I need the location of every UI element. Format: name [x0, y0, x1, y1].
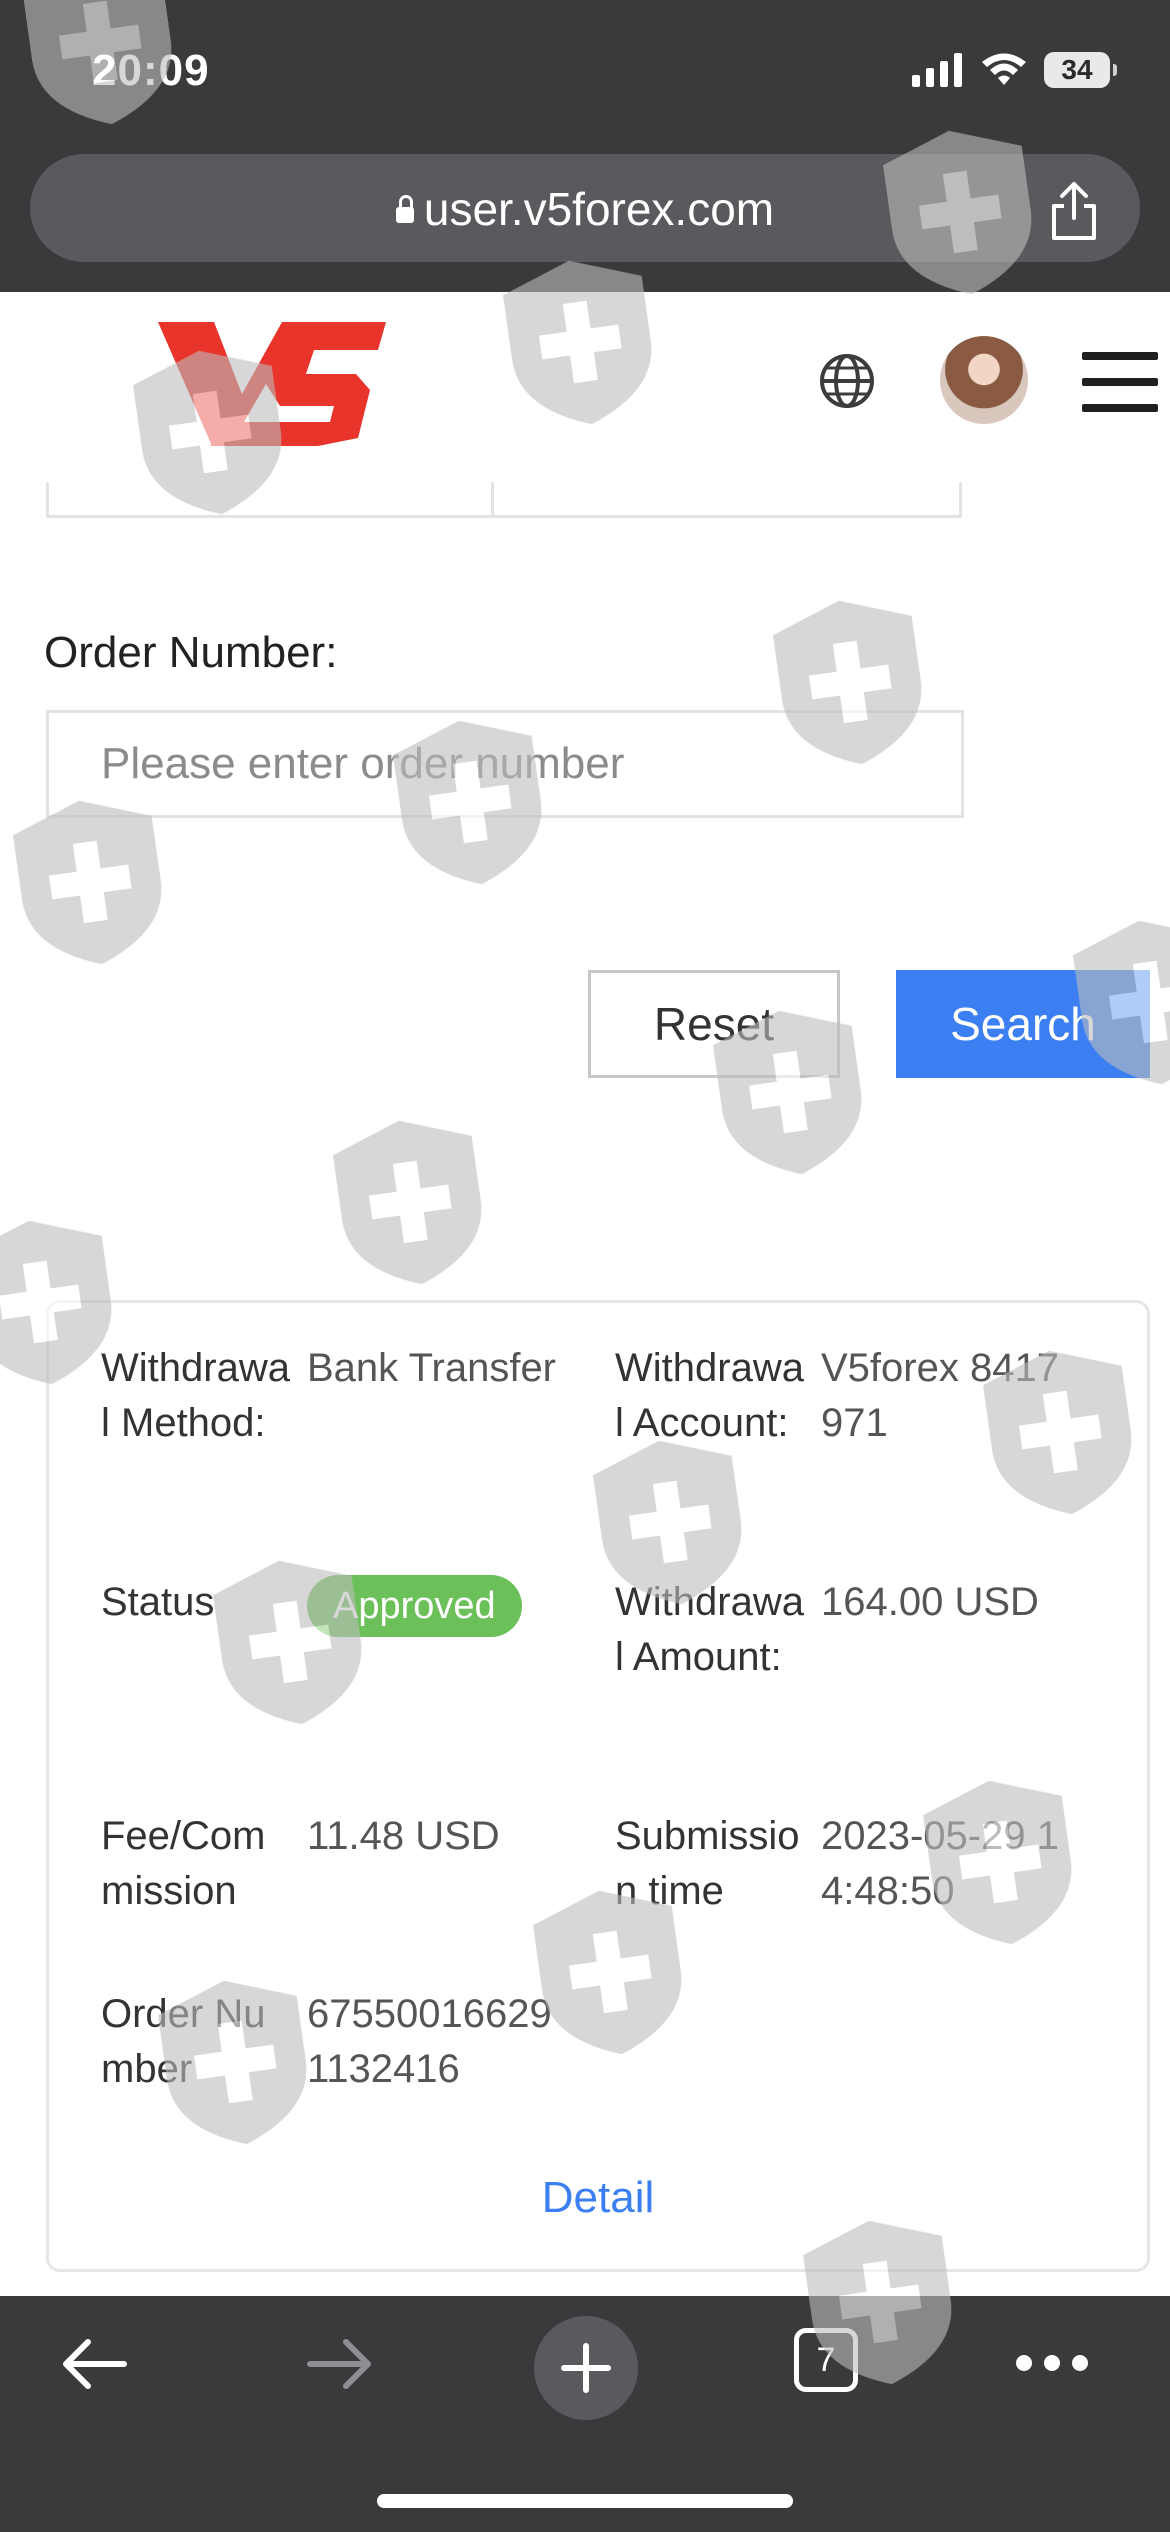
- status-bar: 20:09 34: [0, 0, 1170, 140]
- withdrawal-account-label: Withdrawal Account:: [615, 1346, 804, 1445]
- tabs-icon[interactable]: 7: [794, 2328, 858, 2392]
- new-tab-icon[interactable]: [534, 2316, 638, 2420]
- order-number-row-label: Order Number: [101, 1992, 266, 2091]
- withdrawal-amount-value: 164.00 USD: [821, 1580, 1039, 1624]
- avatar[interactable]: [940, 336, 1028, 424]
- status-label: Status: [101, 1580, 215, 1624]
- globe-icon[interactable]: [818, 352, 876, 410]
- status-badge: Approved: [307, 1575, 522, 1637]
- battery-icon: 34: [1044, 52, 1117, 88]
- back-icon[interactable]: [58, 2336, 130, 2392]
- withdrawal-account-value: V5forex 8417971: [821, 1346, 1059, 1445]
- browser-address-area: user.v5forex.com: [0, 140, 1170, 292]
- forward-icon[interactable]: [304, 2336, 376, 2392]
- home-indicator: [377, 2494, 793, 2508]
- status-icons: 34: [912, 52, 1117, 88]
- v5-logo[interactable]: [150, 314, 390, 454]
- share-icon[interactable]: [1048, 180, 1100, 242]
- hamburger-icon[interactable]: [1082, 352, 1158, 430]
- partial-date-range-input[interactable]: [46, 482, 962, 518]
- wifi-icon: [982, 53, 1026, 85]
- order-number-value: 675500166291132416: [307, 1992, 552, 2091]
- fee-commission-value: 11.48 USD: [307, 1814, 500, 1858]
- fee-commission-label: Fee/Commission: [101, 1814, 266, 1913]
- search-button[interactable]: Search: [896, 970, 1150, 1078]
- status-time: 20:09: [92, 46, 210, 95]
- url-text: user.v5forex.com: [423, 183, 775, 235]
- detail-link[interactable]: Detail: [49, 2173, 1147, 2223]
- order-number-input[interactable]: [46, 710, 964, 818]
- withdrawal-amount-label: Withdrawal Amount:: [615, 1580, 804, 1679]
- reset-button[interactable]: Reset: [588, 970, 840, 1078]
- site-header: [0, 292, 1170, 482]
- submission-time-value: 2023-05-29 14:48:50: [821, 1814, 1059, 1913]
- submission-time-label: Submission time: [615, 1814, 800, 1913]
- more-icon[interactable]: [1014, 2352, 1090, 2374]
- lock-icon: [395, 195, 414, 223]
- order-number-label: Order Number:: [44, 628, 338, 677]
- address-bar[interactable]: user.v5forex.com: [30, 154, 1140, 262]
- withdrawal-record-card: Withdrawal Method: Bank Transfer Withdra…: [46, 1300, 1150, 2272]
- withdrawal-method-value: Bank Transfer: [307, 1346, 557, 1390]
- signal-icon: [912, 53, 962, 87]
- withdrawal-method-label: Withdrawal Method:: [101, 1346, 290, 1445]
